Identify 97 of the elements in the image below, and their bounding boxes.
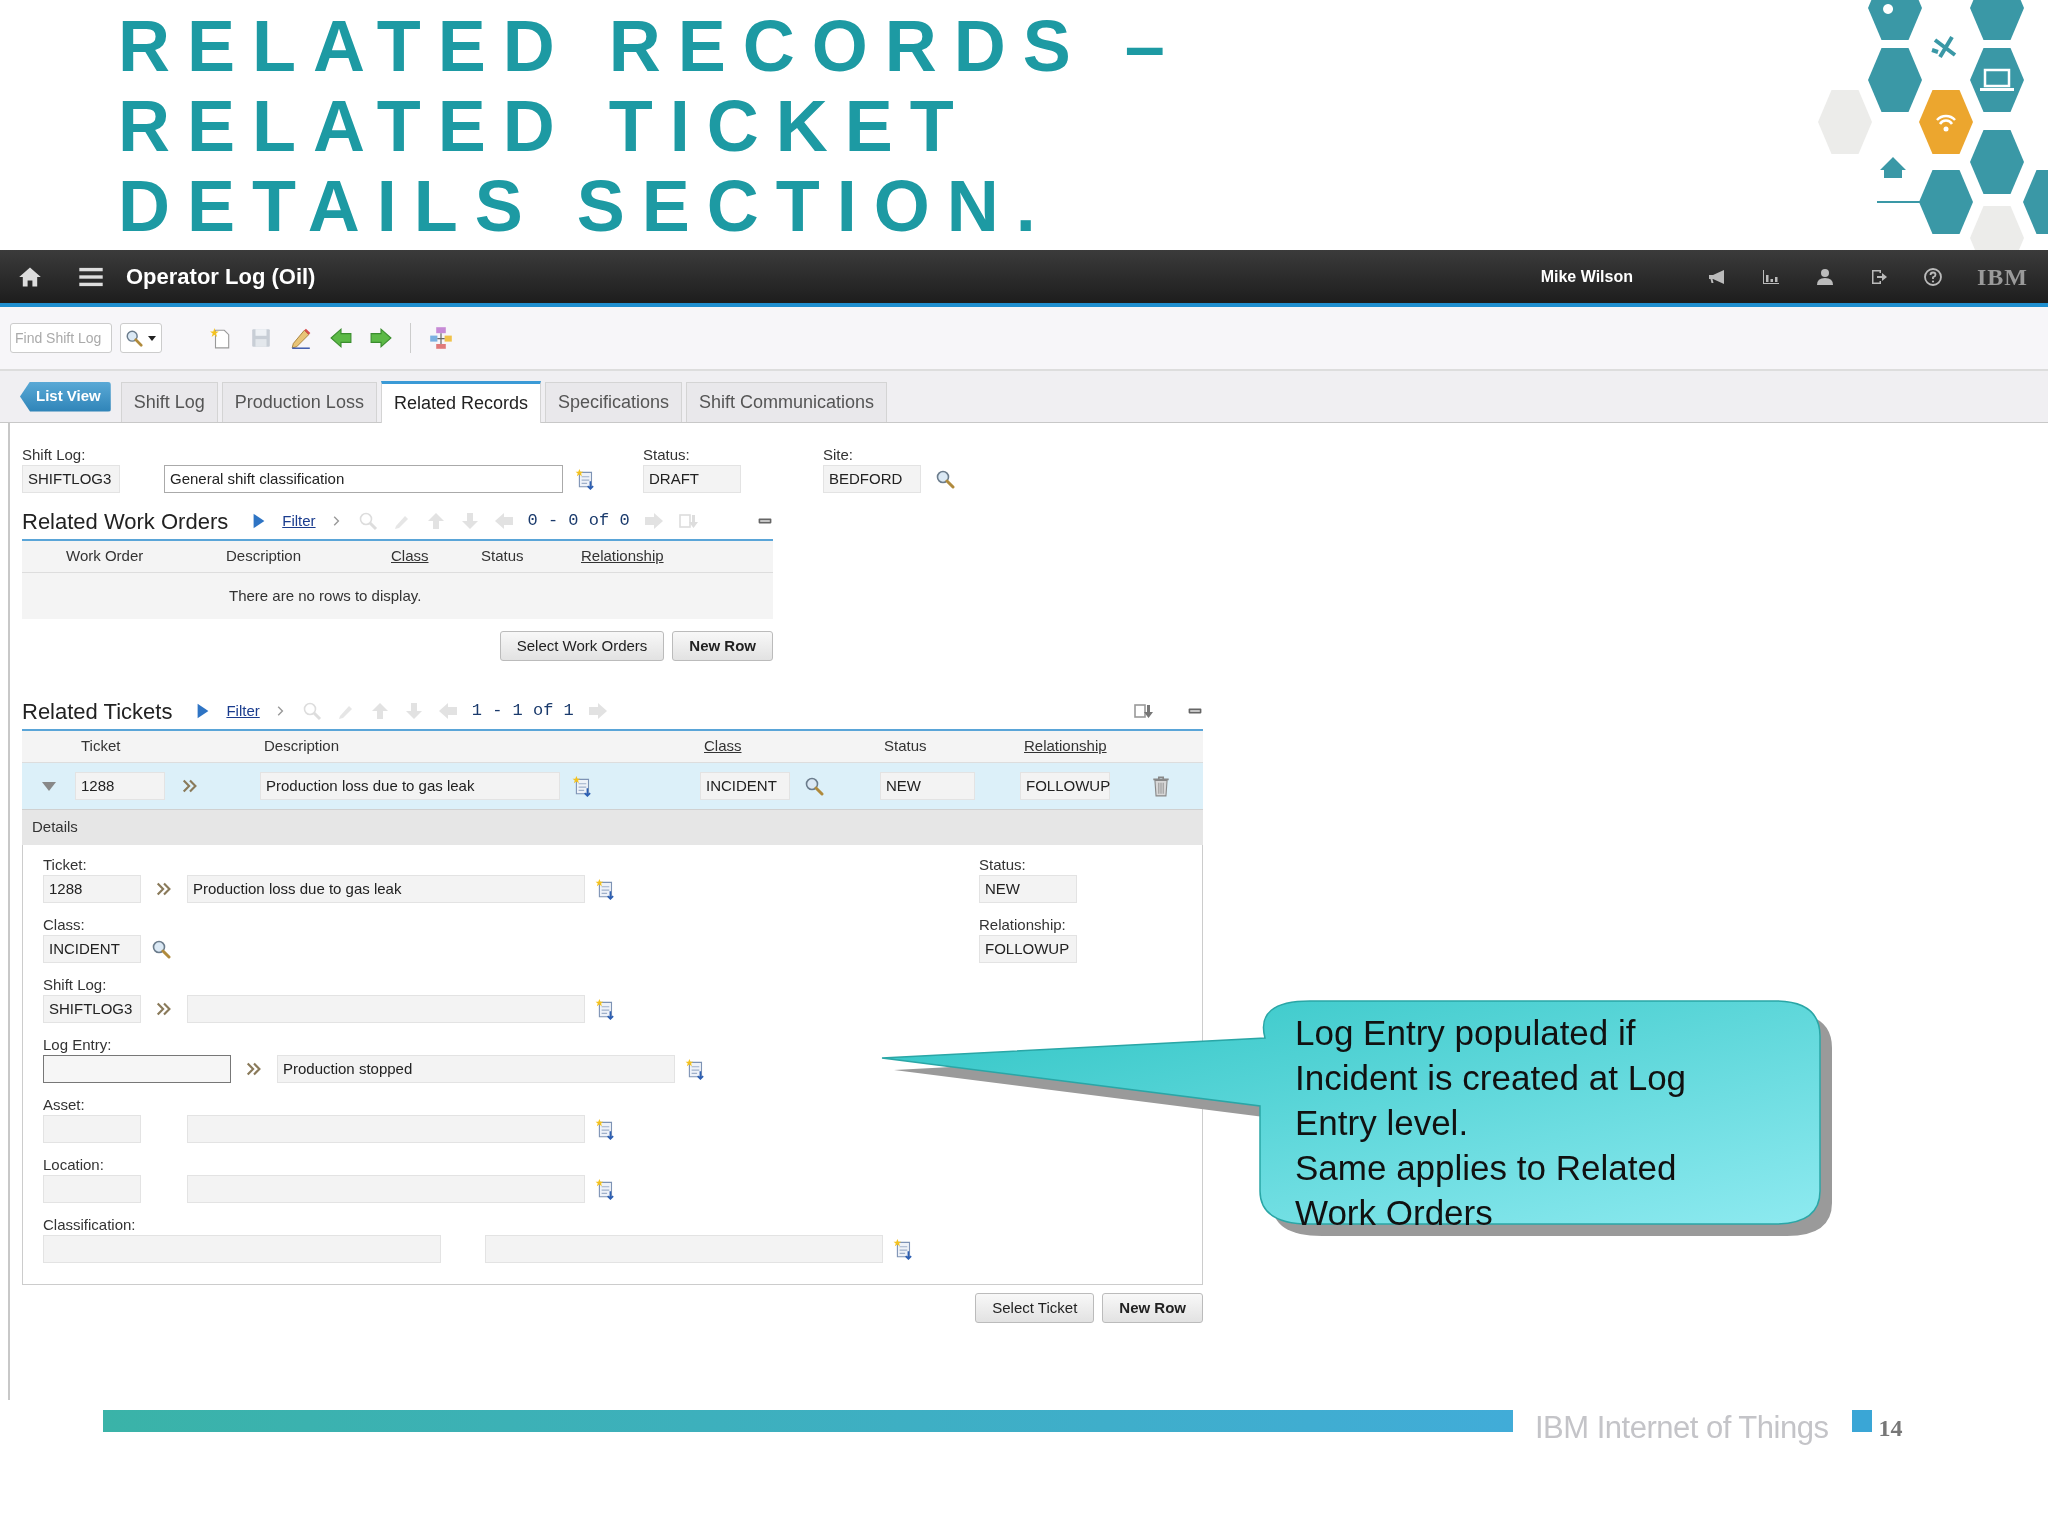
double-chevron-icon[interactable]: [155, 880, 173, 898]
field-value[interactable]: SHIFTLOG3: [43, 995, 141, 1023]
double-chevron-icon[interactable]: [245, 1060, 263, 1078]
search-icon: [125, 329, 143, 347]
footer-square: [1852, 1410, 1873, 1432]
action-button[interactable]: Select Work Orders: [499, 631, 665, 661]
table-cell-field[interactable]: INCIDENT: [700, 772, 790, 800]
tab[interactable]: Shift Log: [120, 382, 218, 422]
search-field[interactable]: Find Shift Log: [10, 323, 112, 353]
back-arrow-icon[interactable]: [330, 327, 352, 349]
table-cell-field[interactable]: 1288: [75, 772, 165, 800]
detail-menu-icon[interactable]: [595, 998, 617, 1020]
search-icon[interactable]: [935, 469, 955, 489]
field-label: Shift Log:: [43, 975, 108, 995]
column-header: Status: [480, 546, 525, 567]
column-header: Work Order: [65, 546, 145, 567]
double-chevron-icon[interactable]: [155, 1000, 173, 1018]
column-header[interactable]: Relationship: [1020, 735, 1150, 758]
column-header[interactable]: Class: [700, 735, 880, 758]
field-value[interactable]: DRAFT: [643, 465, 741, 493]
slide-title-line: DETAILS SECTION.: [118, 166, 1053, 246]
detail-menu-icon[interactable]: [595, 1178, 617, 1200]
callout-text: Log Entry populated if Incident is created at Log Entry level.: [1295, 1012, 1688, 1144]
table-cell-field[interactable]: Production loss due to gas leak: [260, 772, 560, 800]
app-title: Operator Log (Oil): [126, 263, 316, 291]
field-label: Status:: [979, 855, 1027, 875]
action-button[interactable]: New Row: [672, 631, 773, 661]
table-cell-field[interactable]: FOLLOWUP: [1020, 772, 1110, 800]
field-label: Relationship:: [979, 915, 1067, 935]
column-header: Status: [883, 736, 928, 757]
logo: IBM: [1977, 262, 2028, 292]
detail-menu-icon[interactable]: [572, 775, 594, 797]
detail-menu-icon[interactable]: [893, 1238, 915, 1260]
detail-menu-icon[interactable]: [595, 878, 617, 900]
new-document-icon[interactable]: [210, 327, 232, 349]
input-field[interactable]: [43, 1055, 231, 1083]
section-title: Related Tickets: [22, 697, 173, 726]
field-value[interactable]: FOLLOWUP: [979, 935, 1077, 963]
trash-icon[interactable]: [1150, 775, 1172, 797]
field-label: Shift Log:: [22, 445, 87, 465]
table-cell-field[interactable]: NEW: [880, 772, 975, 800]
workflow-icon[interactable]: [429, 326, 453, 350]
field-label: Location:: [43, 1155, 105, 1175]
column-header[interactable]: Class: [385, 545, 475, 568]
page-number: 14: [1878, 1414, 1903, 1443]
field-label: Asset:: [43, 1095, 86, 1115]
search-icon[interactable]: [151, 939, 171, 959]
field-label: Status:: [643, 445, 691, 465]
pencil-icon[interactable]: [290, 327, 312, 349]
field-value[interactable]: SHIFTLOG3: [22, 465, 120, 493]
double-chevron-icon[interactable]: [181, 777, 199, 795]
field-label: Site:: [823, 445, 854, 465]
callout-text: Same applies to Related Work Orders: [1295, 1147, 1678, 1234]
table-row[interactable]: 1288 Production loss due to gas leak INCIDENT NEW FOLLOWUP: [22, 763, 1203, 809]
section-title: Related Work Orders: [22, 507, 229, 536]
field-label: Log Entry:: [43, 1035, 113, 1055]
pager-text: 1 - 1 of 1: [471, 700, 574, 723]
field-label: Ticket:: [43, 855, 88, 875]
action-button[interactable]: Select Ticket: [975, 1293, 1095, 1323]
field-description[interactable]: Production loss due to gas leak: [187, 875, 585, 903]
column-header: Description: [225, 546, 303, 567]
person-icon[interactable]: [1815, 266, 1835, 287]
field-value[interactable]: BEDFORD: [823, 465, 921, 493]
expand-triangle-icon[interactable]: [40, 780, 57, 792]
filter-link[interactable]: Filter: [226, 699, 260, 723]
slide-title-line: RELATED TICKET: [118, 86, 971, 166]
help-icon[interactable]: [1923, 266, 1943, 287]
field-label: Classification:: [43, 1215, 137, 1235]
user-name[interactable]: Mike Wilson: [1540, 264, 1633, 289]
field-value[interactable]: INCIDENT: [43, 935, 141, 963]
tab[interactable]: Related Records: [380, 381, 541, 423]
forward-arrow-icon[interactable]: [370, 327, 392, 349]
field-value[interactable]: NEW: [979, 875, 1077, 903]
detail-menu-icon[interactable]: [685, 1058, 707, 1080]
column-header: Ticket: [80, 736, 122, 757]
tab[interactable]: Production Loss: [221, 382, 377, 422]
field-description[interactable]: Production stopped: [277, 1055, 675, 1083]
detail-menu-icon[interactable]: [575, 468, 597, 490]
tab[interactable]: Shift Communications: [686, 382, 888, 422]
caret-icon: [147, 334, 157, 342]
slide-title-line: RELATED RECORDS –: [118, 6, 1182, 86]
search-menu-button[interactable]: [120, 323, 162, 353]
field-label: Class:: [43, 915, 86, 935]
empty-message: There are no rows to display.: [229, 585, 422, 606]
filter-link[interactable]: Filter: [282, 509, 316, 533]
column-header[interactable]: Relationship: [575, 545, 745, 568]
pager-text: 0 - 0 of 0: [527, 510, 630, 533]
field-value[interactable]: 1288: [43, 875, 141, 903]
footer-text: IBM Internet of Things: [1535, 1410, 1829, 1446]
tab[interactable]: Specifications: [544, 382, 683, 422]
field-description[interactable]: General shift classification: [164, 465, 563, 493]
details-header: Details: [22, 809, 1203, 845]
action-button[interactable]: New Row: [1102, 1293, 1203, 1323]
search-icon[interactable]: [804, 776, 824, 796]
column-header: Description: [263, 736, 341, 757]
detail-menu-icon[interactable]: [595, 1118, 617, 1140]
download-icon[interactable]: [1133, 701, 1153, 721]
